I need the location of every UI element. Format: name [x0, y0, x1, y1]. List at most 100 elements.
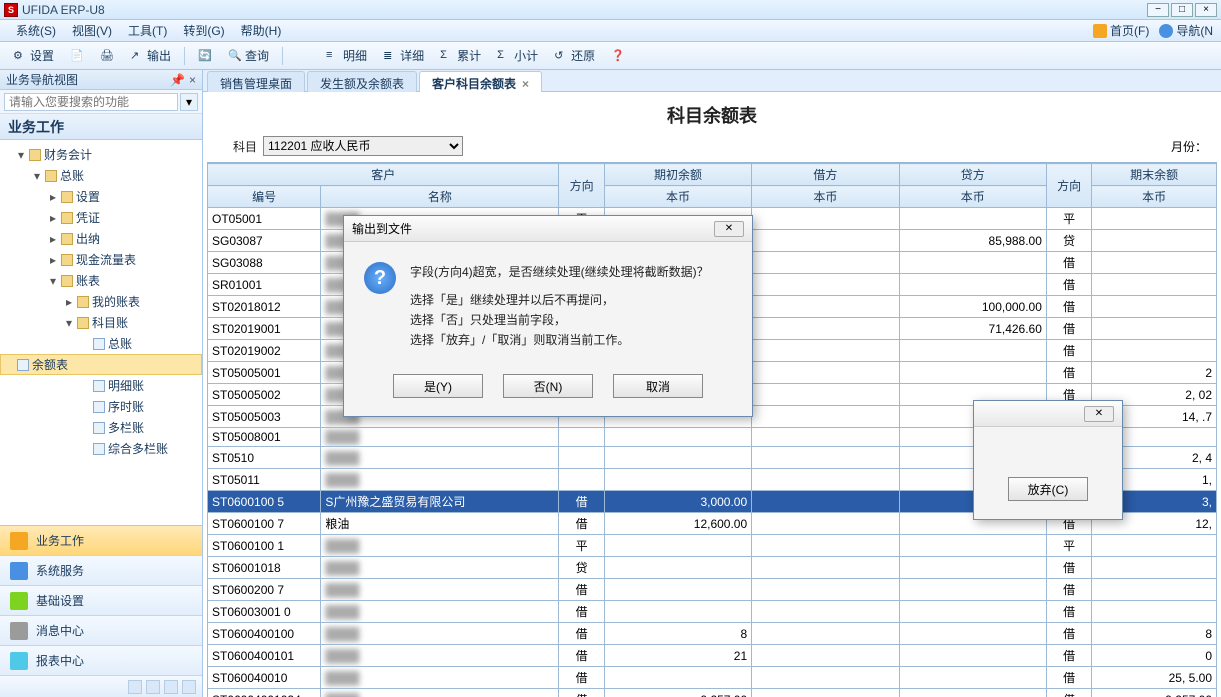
- tree-node-综合多栏账[interactable]: 综合多栏账: [0, 438, 202, 459]
- tree-label: 多栏账: [108, 419, 144, 436]
- col-customer: 客户: [208, 164, 559, 186]
- tree-node-总账[interactable]: 总账: [0, 333, 202, 354]
- home-link[interactable]: 首页(F): [1093, 22, 1149, 39]
- compass-icon: [1159, 24, 1173, 38]
- doc-icon: [93, 401, 105, 413]
- menu-系统(S)[interactable]: 系统(S): [8, 20, 64, 41]
- table-row[interactable]: ST0600400101████借21借0: [208, 645, 1217, 667]
- tree-label: 出纳: [76, 230, 100, 247]
- tree-label: 财务会计: [44, 146, 92, 163]
- toolbar-明细[interactable]: ≡明细: [319, 44, 374, 67]
- window-minimize-button[interactable]: −: [1147, 3, 1169, 17]
- tree-node-科目账[interactable]: ▾ 科目账: [0, 312, 202, 333]
- cancel-button[interactable]: 取消: [613, 374, 703, 398]
- toolbar-btn12[interactable]: ❓: [604, 46, 632, 66]
- toolbar-详细[interactable]: ≣详细: [376, 44, 431, 67]
- toolbar-输出[interactable]: ↗输出: [123, 44, 178, 67]
- toolbar-btn1[interactable]: 📄: [63, 46, 91, 66]
- menu-转到(G)[interactable]: 转到(G): [175, 20, 232, 41]
- abandon-button[interactable]: 放弃(C): [1008, 477, 1088, 501]
- toolbar-还原[interactable]: ↺还原: [547, 44, 602, 67]
- section-icon: [10, 592, 28, 610]
- section-消息中心[interactable]: 消息中心: [0, 615, 202, 645]
- mini-icon-1[interactable]: [128, 680, 142, 694]
- tree-node-现金流量表[interactable]: ▸现金流量表: [0, 249, 202, 270]
- toolbar-icon: Σ: [440, 49, 454, 63]
- tree-arrow-icon: ▾: [32, 169, 42, 183]
- sidebar-search-button[interactable]: ▾: [180, 93, 198, 111]
- toolbar-累计[interactable]: Σ累计: [433, 44, 488, 67]
- table-row[interactable]: ST06004001024████借9,257.00借9,257.00: [208, 689, 1217, 697]
- tree-label: 总账: [60, 167, 84, 184]
- tree-node-余额表[interactable]: 余额表: [0, 354, 202, 375]
- no-button[interactable]: 否(N): [503, 374, 593, 398]
- window-maximize-button[interactable]: □: [1171, 3, 1193, 17]
- folder-icon: [29, 149, 41, 161]
- toolbar-icon: 📄: [70, 49, 84, 63]
- toolbar-查询[interactable]: 🔍查询: [221, 44, 276, 67]
- table-row[interactable]: ST0600200 7████借借: [208, 579, 1217, 601]
- sidebar-search-input[interactable]: [4, 93, 178, 111]
- tree-node-明细账[interactable]: 明细账: [0, 375, 202, 396]
- tab-客户科目余额表[interactable]: 客户科目余额表×: [419, 71, 542, 92]
- subject-select[interactable]: 112201 应收人民币: [263, 136, 463, 156]
- tab-close-icon[interactable]: ×: [522, 77, 529, 91]
- nav-link[interactable]: 导航(N: [1159, 22, 1213, 39]
- tree-node-总账[interactable]: ▾ 总账: [0, 165, 202, 186]
- menubar: 系统(S)视图(V)工具(T)转到(G)帮助(H) 首页(F) 导航(N: [0, 20, 1221, 42]
- table-row[interactable]: ST0600400100████借8借8: [208, 623, 1217, 645]
- tree-arrow-icon: ▸: [48, 253, 58, 267]
- section-业务工作[interactable]: 业务工作: [0, 525, 202, 555]
- tab-发生额及余额表[interactable]: 发生额及余额表: [307, 71, 417, 92]
- abandon-dialog: ✕ 放弃(C): [973, 400, 1123, 520]
- dialog2-close-icon[interactable]: ✕: [1084, 406, 1114, 422]
- menu-视图(V)[interactable]: 视图(V): [64, 20, 120, 41]
- tree-node-我的账表[interactable]: ▸我的账表: [0, 291, 202, 312]
- folder-icon: [61, 233, 73, 245]
- menu-工具(T)[interactable]: 工具(T): [120, 20, 175, 41]
- yes-button[interactable]: 是(Y): [393, 374, 483, 398]
- tree-label: 科目账: [92, 314, 128, 331]
- mini-icon-3[interactable]: [164, 680, 178, 694]
- toolbar-icon: ≣: [383, 49, 397, 63]
- dialog-message: 字段(方向4)超宽，是否继续处理(继续处理将截断数据)？ 选择「是」继续处理并以…: [410, 262, 709, 350]
- tree-node-账表[interactable]: ▾账表: [0, 270, 202, 291]
- section-icon: [10, 532, 28, 550]
- dialog-close-icon[interactable]: ✕: [714, 221, 744, 237]
- section-系统服务[interactable]: 系统服务: [0, 555, 202, 585]
- mini-icon-2[interactable]: [146, 680, 160, 694]
- section-基础设置[interactable]: 基础设置: [0, 585, 202, 615]
- tree-label: 账表: [76, 272, 100, 289]
- toolbar-btn2[interactable]: 🖨: [93, 46, 121, 66]
- sidebar-pin-icon[interactable]: 📌: [170, 73, 185, 87]
- toolbar-设置[interactable]: ⚙设置: [6, 44, 61, 67]
- window-close-button[interactable]: ×: [1195, 3, 1217, 17]
- dialog-title: 输出到文件: [352, 220, 412, 237]
- tree-node-序时账[interactable]: 序时账: [0, 396, 202, 417]
- sidebar-close-icon[interactable]: ×: [189, 73, 196, 87]
- section-报表中心[interactable]: 报表中心: [0, 645, 202, 675]
- tree-label: 设置: [76, 188, 100, 205]
- tree-node-多栏账[interactable]: 多栏账: [0, 417, 202, 438]
- tree-node-出纳[interactable]: ▸出纳: [0, 228, 202, 249]
- tree-arrow-icon: ▾: [64, 316, 74, 330]
- folder-icon: [77, 317, 89, 329]
- table-row[interactable]: ST06001018████贷借: [208, 557, 1217, 579]
- table-row[interactable]: ST06003001 0████借借: [208, 601, 1217, 623]
- tab-销售管理桌面[interactable]: 销售管理桌面: [207, 71, 305, 92]
- document-tabs: 销售管理桌面发生额及余额表客户科目余额表×: [203, 70, 1221, 92]
- toolbar-btn6[interactable]: [289, 46, 317, 66]
- tree-node-凭证[interactable]: ▸凭证: [0, 207, 202, 228]
- col-code: 编号: [208, 186, 321, 208]
- menu-帮助(H)[interactable]: 帮助(H): [233, 20, 290, 41]
- tree-node-设置[interactable]: ▸设置: [0, 186, 202, 207]
- toolbar-小计[interactable]: Σ小计: [490, 44, 545, 67]
- table-row[interactable]: ST060040010████借借25, 5.00: [208, 667, 1217, 689]
- tree-node-财务会计[interactable]: ▾财务会计: [0, 144, 202, 165]
- toolbar-icon: ↺: [554, 49, 568, 63]
- mini-icon-4[interactable]: [182, 680, 196, 694]
- table-row[interactable]: ST0600100 1████平平: [208, 535, 1217, 557]
- toolbar-btn4[interactable]: 🔄: [191, 46, 219, 66]
- col-debit: 借方: [752, 164, 899, 186]
- tree-label: 凭证: [76, 209, 100, 226]
